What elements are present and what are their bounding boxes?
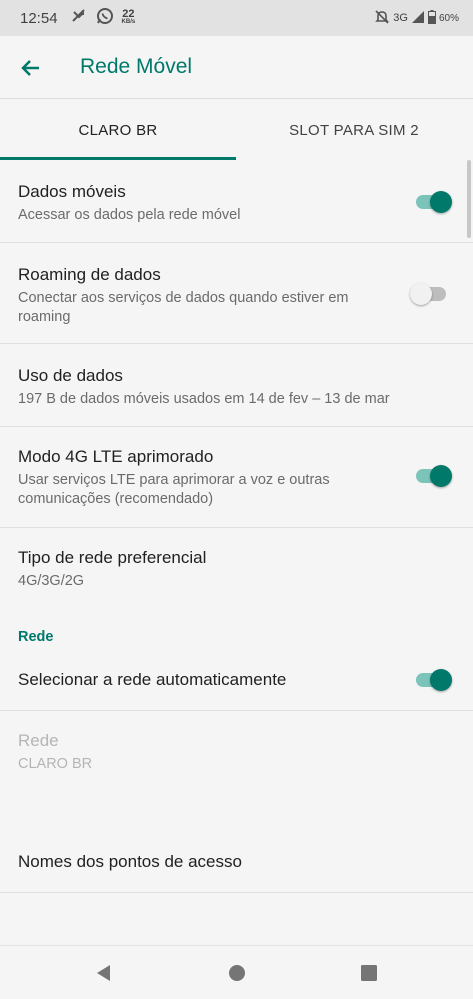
setting-data-usage[interactable]: Uso de dados 197 B de dados móveis usado…: [0, 344, 473, 427]
page-title: Rede Móvel: [80, 55, 193, 78]
mobile-data-toggle[interactable]: [410, 190, 452, 214]
status-time: 12:54: [20, 9, 58, 27]
setting-auto-select-network[interactable]: Selecionar a rede automaticamente: [0, 650, 473, 711]
section-header-network: Rede: [18, 629, 54, 645]
4g-lte-toggle[interactable]: [410, 464, 452, 488]
setting-title: Nomes dos pontos de acesso: [18, 852, 242, 871]
home-icon[interactable]: [227, 963, 247, 983]
recents-icon[interactable]: [359, 963, 379, 983]
app-bar: Rede Móvel: [0, 36, 473, 99]
setting-summary-line-2: comunicações (recomendado): [18, 491, 214, 507]
setting-network: Rede CLARO BR: [0, 711, 473, 831]
setting-summary-line-1: Conectar aos serviços de dados quando es…: [18, 290, 349, 306]
setting-summary: 4G/3G/2G: [18, 573, 85, 589]
signal-icon: [411, 10, 425, 27]
setting-summary: CLARO BR: [18, 756, 93, 772]
navigation-bar: [0, 945, 473, 999]
whatsapp-icon: [96, 7, 114, 30]
setting-title: Dados móveis: [18, 182, 126, 201]
setting-summary: 197 B de dados móveis usados em 14 de fe…: [18, 391, 390, 407]
battery-level: 60%: [438, 12, 459, 24]
tab-claro-br[interactable]: CLARO BR: [0, 100, 236, 160]
setting-title: Uso de dados: [18, 366, 123, 385]
status-bar: 12:54 22 KB/s 3G 60%: [0, 0, 473, 36]
data-roaming-toggle[interactable]: [410, 282, 452, 306]
battery-icon: [427, 9, 436, 27]
back-icon[interactable]: [94, 963, 114, 983]
toggle-thumb: [410, 283, 432, 305]
sim-tabs: CLARO BR SLOT PARA SIM 2: [0, 100, 473, 160]
setting-title: Selecionar a rede automaticamente: [18, 670, 287, 689]
toggle-thumb: [430, 465, 452, 487]
setting-preferred-network-type[interactable]: Tipo de rede preferencial 4G/3G/2G: [0, 528, 473, 613]
data-speed-unit: KB/s: [121, 19, 136, 25]
setting-access-point-names[interactable]: Nomes dos pontos de acesso: [0, 831, 473, 893]
setting-summary-line-1: Usar serviços LTE para aprimorar a voz e…: [18, 472, 330, 488]
data-speed-value: 22: [122, 8, 135, 20]
setting-data-roaming[interactable]: Roaming de dados Conectar aos serviços d…: [0, 243, 473, 344]
setting-title: Modo 4G LTE aprimorado: [18, 447, 214, 466]
toggle-thumb: [430, 669, 452, 691]
data-speed-indicator: 22 KB/s: [121, 8, 136, 26]
setting-4g-lte-mode[interactable]: Modo 4G LTE aprimorado Usar serviços LTE…: [0, 427, 473, 528]
setting-title: Tipo de rede preferencial: [18, 548, 207, 567]
auto-select-network-toggle[interactable]: [410, 668, 452, 692]
setting-mobile-data[interactable]: Dados móveis Acessar os dados pela rede …: [0, 160, 473, 243]
setting-summary: Acessar os dados pela rede móvel: [18, 207, 241, 223]
mute-icon: [374, 9, 390, 28]
setting-summary-line-2: roaming: [18, 309, 71, 325]
network-type: 3G: [393, 12, 408, 24]
toggle-thumb: [430, 191, 452, 213]
setting-title: Roaming de dados: [18, 265, 161, 284]
setting-title: Rede: [18, 731, 59, 750]
missed-call-icon: [70, 7, 88, 30]
tab-slot-sim-2[interactable]: SLOT PARA SIM 2: [236, 100, 472, 160]
arrow-back-icon[interactable]: [18, 55, 44, 81]
